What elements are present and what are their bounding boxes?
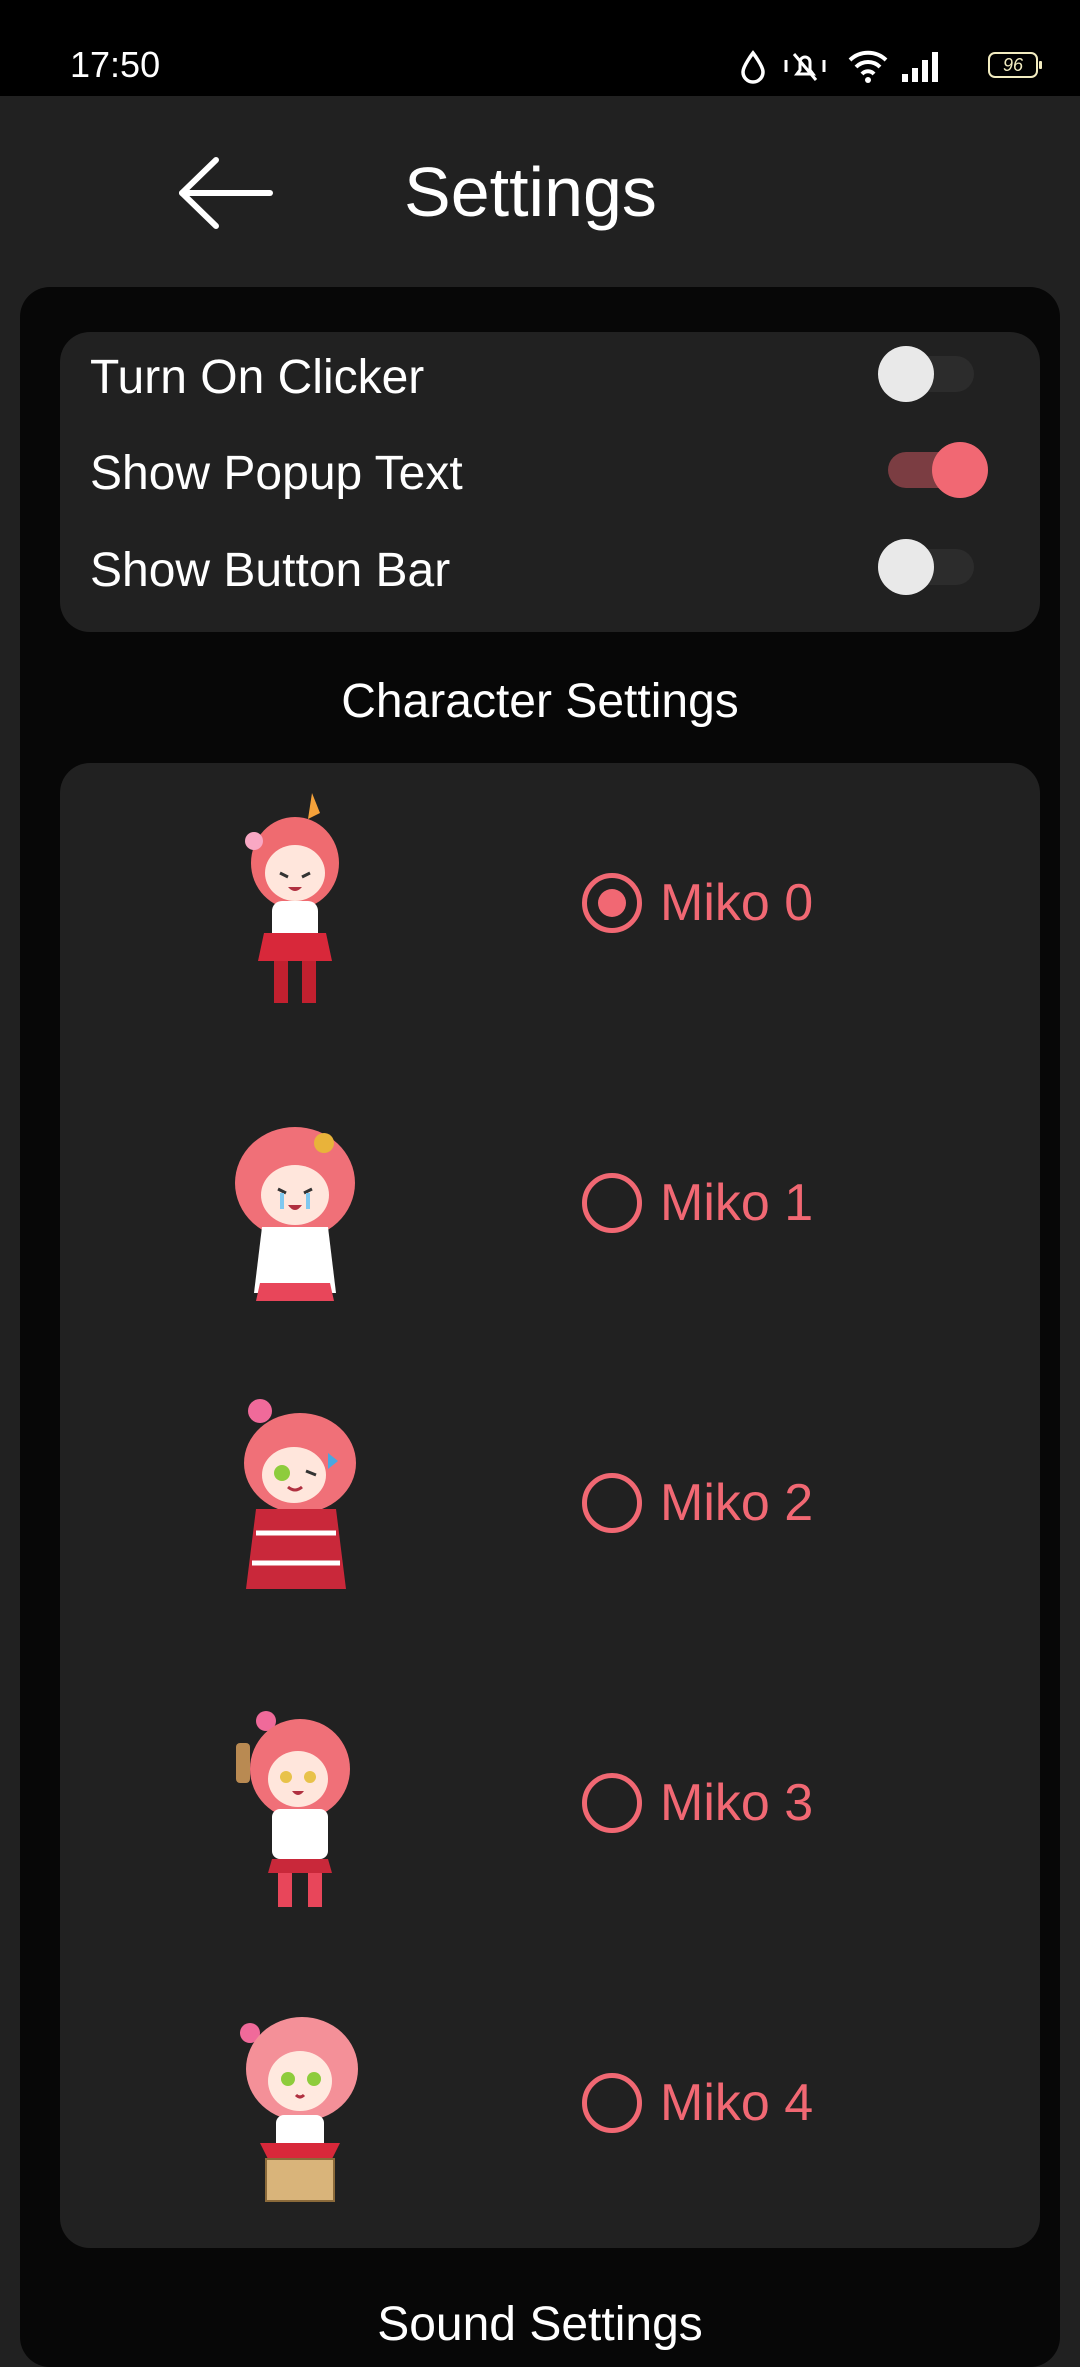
character-settings-title: Character Settings: [341, 675, 739, 728]
switch-thumb: [932, 442, 988, 498]
status-bar: 17:50 96: [0, 0, 1080, 96]
character-option-0[interactable]: Miko 0: [60, 763, 1040, 1063]
character-label: Miko 0: [660, 874, 814, 932]
vibrate-mute-icon: [784, 53, 826, 81]
status-time: 17:50: [70, 44, 161, 85]
radio-button[interactable]: [582, 873, 642, 933]
character-option-3[interactable]: Miko 3: [60, 1663, 1040, 1963]
character-label: Miko 4: [660, 2074, 814, 2132]
character-image: [244, 1399, 356, 1589]
character-option-2[interactable]: Miko 2: [60, 1363, 1040, 1663]
popup-text-switch[interactable]: [878, 442, 988, 498]
radio-button[interactable]: [582, 1173, 642, 1233]
toggle-label: Show Popup Text: [90, 447, 463, 500]
arrow-left-icon: [179, 157, 273, 229]
settings-panel: Turn On Clicker Show Popup Text Show But…: [20, 287, 1060, 2367]
page-title: Settings: [404, 153, 657, 231]
radio-button[interactable]: [582, 1473, 642, 1533]
character-list-card: Miko 0 Miko 1 Miko 2 Miko 3 Miko 4: [60, 763, 1040, 2248]
clicker-switch[interactable]: [878, 346, 988, 402]
character-image: [245, 793, 339, 1003]
wifi-icon: [848, 50, 888, 83]
character-label: Miko 3: [660, 1774, 814, 1832]
toggle-label: Turn On Clicker: [90, 351, 425, 404]
switch-thumb: [878, 539, 934, 595]
character-label: Miko 1: [660, 1174, 814, 1232]
character-option-1[interactable]: Miko 1: [60, 1063, 1040, 1363]
character-option-4[interactable]: Miko 4: [60, 1963, 1040, 2263]
switch-thumb: [878, 346, 934, 402]
water-drop-icon: [741, 50, 765, 84]
toggles-card: Turn On Clicker Show Popup Text Show But…: [60, 332, 1040, 632]
toggle-row-popup-text[interactable]: Show Popup Text: [60, 428, 1040, 508]
button-bar-switch[interactable]: [878, 539, 988, 595]
battery-icon: 96: [988, 52, 1042, 78]
toggle-label: Show Button Bar: [90, 544, 451, 597]
character-image: [240, 2017, 358, 2202]
character-label: Miko 2: [660, 1474, 814, 1532]
character-image: [235, 1127, 355, 1301]
sound-settings-title: Sound Settings: [377, 2298, 703, 2351]
toggle-row-clicker[interactable]: Turn On Clicker: [60, 332, 1040, 412]
app-bar: Settings: [0, 96, 1080, 286]
radio-button[interactable]: [582, 1773, 642, 1833]
character-image: [236, 1711, 350, 1907]
radio-button[interactable]: [582, 2073, 642, 2133]
back-button[interactable]: [170, 148, 280, 238]
signal-icon: [902, 52, 938, 82]
toggle-row-button-bar[interactable]: Show Button Bar: [60, 525, 1040, 605]
